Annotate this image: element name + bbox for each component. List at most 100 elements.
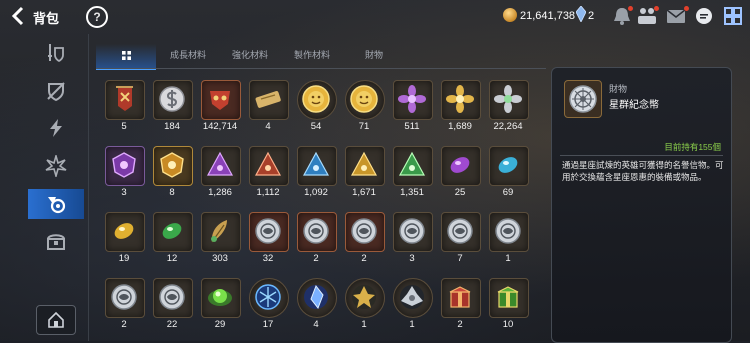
inventory-slot[interactable]: 69	[487, 136, 529, 200]
housing-button[interactable]	[36, 305, 76, 335]
inventory-slot[interactable]: 1	[391, 268, 433, 332]
item-quantity: 32	[262, 253, 274, 264]
inventory-slot[interactable]: 511	[391, 70, 433, 134]
crystal-icon	[301, 282, 331, 312]
inventory-slot[interactable]: 2	[103, 268, 145, 332]
inventory-slot[interactable]: 3	[391, 202, 433, 266]
notification-dot	[654, 6, 659, 11]
inventory-slot[interactable]: 29	[199, 268, 241, 332]
sidebar-item-assets[interactable]	[28, 189, 84, 219]
item-quantity: 19	[118, 253, 130, 264]
inventory-slot[interactable]: 2	[343, 202, 385, 266]
green-box-icon	[493, 282, 523, 312]
inventory-slot[interactable]: 5	[103, 70, 145, 134]
item-quantity: 4	[313, 319, 319, 330]
green-orb-icon	[205, 282, 235, 312]
item-quantity: 8	[169, 187, 175, 198]
inventory-slot[interactable]: 22	[151, 268, 193, 332]
item-quantity: 1,286	[208, 187, 232, 198]
tab-growth-materials[interactable]: 成長材料	[158, 44, 218, 68]
item-quantity: 303	[212, 253, 228, 264]
inventory-slot[interactable]: 2	[439, 268, 481, 332]
tab-enhance-materials[interactable]: 強化材料	[220, 44, 280, 68]
inventory-slot[interactable]: 19	[103, 202, 145, 266]
purple-triangle-icon	[205, 150, 235, 180]
inventory-slot[interactable]: 4	[295, 268, 337, 332]
inventory-slot[interactable]: 25	[439, 136, 481, 200]
bell-icon[interactable]	[611, 6, 633, 26]
silver-flower-icon	[493, 84, 523, 114]
tab-valuables[interactable]: 財物	[344, 44, 404, 68]
page-title: 背包	[33, 11, 60, 26]
inventory-slot[interactable]: 1,286	[199, 136, 241, 200]
chat-icon[interactable]	[693, 6, 715, 26]
item-quantity: 3	[121, 187, 127, 198]
tab-all[interactable]	[96, 44, 156, 70]
menu-grid-icon[interactable]	[722, 6, 744, 26]
item-quantity: 1,351	[400, 187, 424, 198]
inventory-slot[interactable]: 12	[151, 202, 193, 266]
gold-amount: 21,641,738	[520, 10, 576, 22]
inventory-slot[interactable]: 1	[487, 202, 529, 266]
inventory-slot[interactable]: 10	[487, 268, 529, 332]
back-button[interactable]	[8, 5, 30, 27]
purple-flower-icon	[397, 84, 427, 114]
item-quantity: 29	[214, 319, 226, 330]
sidebar-item-buffs[interactable]	[28, 151, 84, 181]
inventory-slot[interactable]: 1,351	[391, 136, 433, 200]
item-quantity: 1,671	[352, 187, 376, 198]
zodiac-coin-icon	[157, 282, 187, 312]
tab-crafting-materials[interactable]: 製作材料	[282, 44, 342, 68]
inventory-slot[interactable]: 32	[247, 202, 289, 266]
item-quantity: 22,264	[493, 121, 523, 132]
inventory-slot[interactable]: 4	[247, 70, 289, 134]
item-quantity: 2	[361, 253, 367, 264]
mail-icon[interactable]	[665, 6, 689, 26]
banner-icon	[109, 84, 139, 114]
inventory-slot[interactable]: 1	[343, 268, 385, 332]
help-button[interactable]: ?	[86, 6, 108, 28]
inventory-slot[interactable]: 1,689	[439, 70, 481, 134]
inventory-slot[interactable]: 142,714	[199, 70, 241, 134]
burst-icon	[45, 155, 67, 177]
item-quantity: 511	[404, 121, 420, 132]
inventory-slot[interactable]: 2	[295, 202, 337, 266]
sidebar-item-armor[interactable]	[28, 76, 84, 106]
item-quantity: 69	[502, 187, 514, 198]
detail-divider	[560, 155, 723, 156]
medal-coin-icon	[48, 197, 66, 214]
house-icon	[48, 311, 64, 328]
inventory-slot[interactable]: 22,264	[487, 70, 529, 134]
zodiac-coin-icon	[445, 216, 475, 246]
inventory-slot[interactable]: 54	[295, 70, 337, 134]
inventory-slot[interactable]: 8	[151, 136, 193, 200]
inventory-slot[interactable]: 1,671	[343, 136, 385, 200]
detail-description: 通過星座試煉的英雄可獲得的名譽信物。可用於交換蘊含星座恩惠的裝備或物品。	[562, 160, 724, 182]
sidebar-item-skills[interactable]	[28, 113, 84, 143]
gem-icon	[576, 6, 586, 22]
item-quantity: 3	[409, 253, 415, 264]
inventory-slot[interactable]: 184	[151, 70, 193, 134]
purple-gem-icon	[445, 150, 475, 180]
gold-flower-icon	[445, 84, 475, 114]
mask-icon	[205, 84, 235, 114]
inventory-slot[interactable]: 3	[103, 136, 145, 200]
sidebar-item-equipment[interactable]	[28, 38, 84, 68]
chevron-left-icon	[11, 6, 24, 26]
purple-crest-icon	[109, 150, 139, 180]
owned-count: 目前持有155個	[664, 142, 721, 152]
inventory-slot[interactable]: 7	[439, 202, 481, 266]
inventory-slot[interactable]: 1,112	[247, 136, 289, 200]
sidebar-item-chests[interactable]	[28, 226, 84, 256]
grid-icon	[121, 51, 131, 60]
inventory-slot[interactable]: 71	[343, 70, 385, 134]
notification-dot	[628, 6, 633, 11]
inventory-slot[interactable]: 303	[199, 202, 241, 266]
gold-crest-icon	[157, 150, 187, 180]
sword-shield-icon	[48, 44, 64, 63]
item-quantity: 17	[262, 319, 274, 330]
silver-emblem-icon	[397, 282, 427, 312]
inventory-slot[interactable]: 17	[247, 268, 289, 332]
guild-icon[interactable]	[636, 6, 659, 26]
inventory-slot[interactable]: 1,092	[295, 136, 337, 200]
